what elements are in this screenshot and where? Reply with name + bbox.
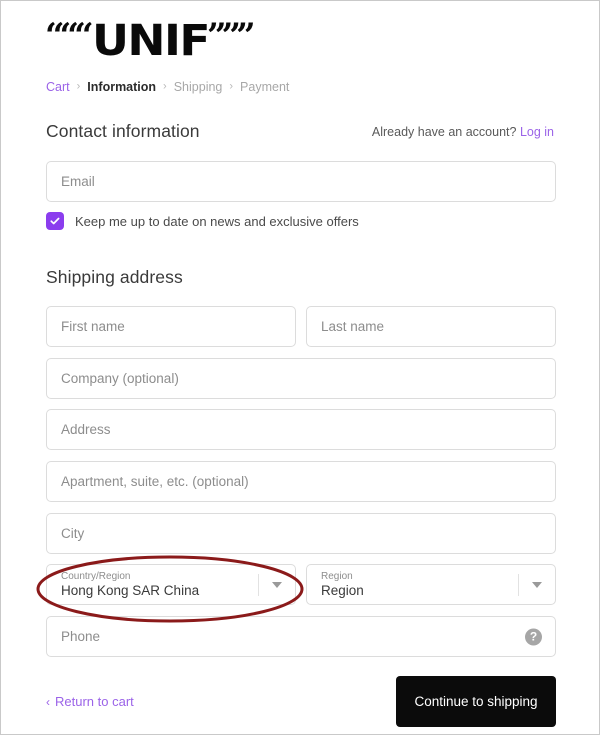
last-name-field[interactable]: Last name <box>306 306 556 347</box>
return-to-cart-label: Return to cart <box>55 694 134 709</box>
phone-placeholder: Phone <box>61 629 101 644</box>
breadcrumb-item-cart[interactable]: Cart <box>46 80 70 94</box>
address-placeholder: Address <box>61 422 111 437</box>
breadcrumb-separator-icon: › <box>229 80 234 93</box>
account-prompt: Already have an account? Log in <box>372 125 554 139</box>
logo-quote-left-icon: “““ <box>45 16 94 56</box>
email-placeholder: Email <box>61 174 95 189</box>
logo-quote-right-icon: ””” <box>206 16 256 56</box>
breadcrumb-item-information[interactable]: Information <box>87 80 156 94</box>
email-field[interactable]: Email <box>46 161 556 202</box>
country-region-text: Country/Region Hong Kong SAR China <box>61 571 258 599</box>
region-text: Region Region <box>321 571 518 599</box>
address-field[interactable]: Address <box>46 409 556 450</box>
checkmark-icon[interactable] <box>46 212 64 230</box>
help-icon[interactable]: ? <box>525 628 542 645</box>
city-field[interactable]: City <box>46 513 556 554</box>
region-value: Region <box>321 582 364 598</box>
region-select[interactable]: Region Region <box>306 564 556 605</box>
country-region-select[interactable]: Country/Region Hong Kong SAR China <box>46 564 296 605</box>
apartment-placeholder: Apartment, suite, etc. (optional) <box>61 474 249 489</box>
last-name-placeholder: Last name <box>321 319 385 334</box>
phone-field[interactable]: Phone ? <box>46 616 556 657</box>
contact-information-heading: Contact information <box>46 121 200 141</box>
checkout-page: “““ UNIF ””” Cart › Information › Shippi… <box>0 0 600 735</box>
newsletter-checkbox-row[interactable]: Keep me up to date on news and exclusive… <box>46 212 359 230</box>
chevron-left-icon: ‹ <box>46 694 50 709</box>
breadcrumb-separator-icon: › <box>163 80 167 93</box>
account-prompt-text: Already have an account? <box>371 125 517 139</box>
country-region-value: Hong Kong SAR China <box>61 582 200 598</box>
region-chevron-down-icon[interactable] <box>518 573 555 596</box>
city-placeholder: City <box>61 526 85 541</box>
first-name-placeholder: First name <box>61 319 125 334</box>
continue-to-shipping-button[interactable]: Continue to shipping <box>396 676 556 727</box>
return-to-cart-link[interactable]: ‹ Return to cart <box>46 694 134 709</box>
breadcrumb: Cart › Information › Shipping › Payment <box>46 80 289 94</box>
logo-wordmark: UNIF <box>91 16 210 66</box>
newsletter-label: Keep me up to date on news and exclusive… <box>75 213 359 229</box>
breadcrumb-item-shipping: Shipping <box>173 80 223 94</box>
log-in-link[interactable]: Log in <box>520 125 554 139</box>
company-placeholder: Company (optional) <box>61 371 179 386</box>
country-region-label: Country/Region <box>61 570 131 582</box>
apartment-field[interactable]: Apartment, suite, etc. (optional) <box>46 461 556 502</box>
breadcrumb-item-payment: Payment <box>240 80 290 94</box>
first-name-field[interactable]: First name <box>46 306 296 347</box>
unif-logo[interactable]: “““ UNIF ””” <box>45 16 256 67</box>
country-chevron-down-icon[interactable] <box>258 573 295 596</box>
breadcrumb-separator-icon: › <box>76 80 81 93</box>
shipping-address-heading: Shipping address <box>46 267 183 287</box>
company-field[interactable]: Company (optional) <box>46 358 556 399</box>
region-label: Region <box>321 570 353 582</box>
